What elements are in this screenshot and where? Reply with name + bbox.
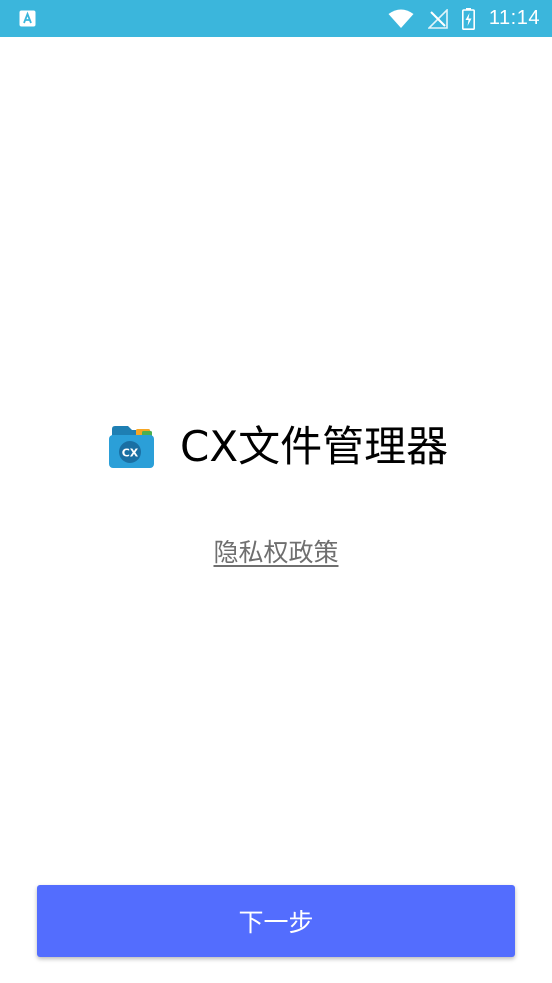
battery-charging-icon xyxy=(461,7,475,30)
status-icons: 11:14 xyxy=(388,0,540,37)
privacy-policy-link[interactable]: 隐私权政策 xyxy=(0,533,552,569)
status-time: 11:14 xyxy=(488,7,540,29)
app-brand: CX CX文件管理器 xyxy=(106,421,448,473)
app-logo-icon: CX xyxy=(106,423,156,471)
app-logo-text: CX xyxy=(122,447,139,460)
keyboard-a-icon xyxy=(19,10,36,27)
welcome-screen: CX CX文件管理器 隐私权政策 下一步 xyxy=(0,37,552,983)
app-title: CX文件管理器 xyxy=(180,422,449,471)
no-signal-icon xyxy=(427,8,448,29)
next-button[interactable]: 下一步 xyxy=(37,885,515,957)
status-bar: 11:14 xyxy=(0,0,552,37)
wifi-icon xyxy=(388,9,414,29)
